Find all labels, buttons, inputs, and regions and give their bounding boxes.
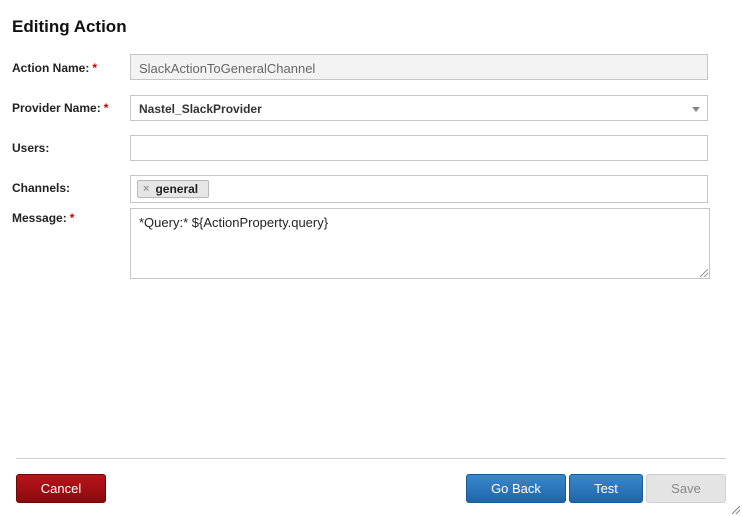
test-button[interactable]: Test [569, 474, 643, 503]
chevron-down-icon[interactable] [692, 107, 700, 112]
dialog-resize-icon[interactable] [732, 506, 740, 514]
provider-name-select[interactable]: Nastel_SlackProvider [130, 95, 708, 121]
channel-tag-general: × general [137, 180, 210, 198]
channels-input[interactable]: × general [130, 175, 708, 203]
required-mark: * [69, 211, 75, 225]
message-value: *Query:* ${ActionProperty.query} [139, 215, 329, 230]
save-button[interactable]: Save [646, 474, 726, 503]
resize-handle-icon[interactable] [700, 269, 708, 277]
dialog-title: Editing Action [12, 17, 127, 36]
required-mark: * [103, 101, 109, 115]
close-icon[interactable]: × [143, 183, 149, 195]
channels-label: Channels: [12, 181, 71, 195]
required-mark: * [92, 61, 98, 75]
users-label: Users: [12, 141, 50, 155]
cancel-button[interactable]: Cancel [16, 474, 106, 503]
channel-tag-label: general [155, 182, 199, 196]
provider-name-value: Nastel_SlackProvider [139, 102, 262, 116]
action-name-label: Action Name: * [12, 61, 98, 75]
action-name-value: SlackActionToGeneralChannel [139, 61, 316, 76]
go-back-button[interactable]: Go Back [466, 474, 566, 503]
provider-name-label: Provider Name: * [12, 101, 109, 115]
message-label: Message: * [12, 211, 75, 225]
footer-divider [16, 458, 726, 459]
action-name-field[interactable]: SlackActionToGeneralChannel [130, 54, 708, 80]
users-input[interactable] [130, 135, 708, 161]
message-textarea[interactable]: *Query:* ${ActionProperty.query} [130, 208, 710, 279]
